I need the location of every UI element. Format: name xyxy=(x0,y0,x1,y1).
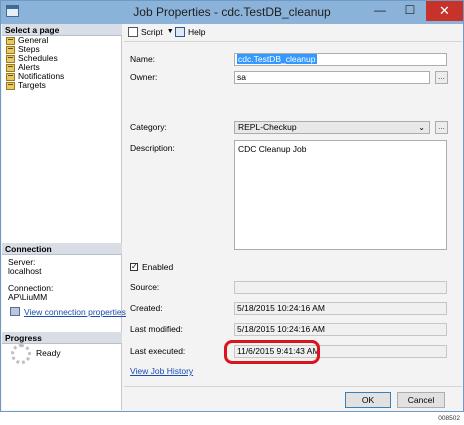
page-icon xyxy=(6,54,15,63)
owner-field[interactable]: sa xyxy=(234,71,430,84)
cancel-button[interactable]: Cancel xyxy=(397,392,445,408)
description-textarea[interactable]: CDC Cleanup Job xyxy=(234,140,447,250)
name-field[interactable]: cdc.TestDB_cleanup xyxy=(234,53,447,66)
close-button[interactable]: ✕ xyxy=(426,1,463,21)
maximize-button[interactable]: ☐ xyxy=(395,1,425,21)
page-icon xyxy=(6,72,15,81)
source-field xyxy=(234,281,447,294)
category-browse-button[interactable]: ... xyxy=(435,121,448,134)
view-connection-properties-link[interactable]: View connection properties xyxy=(24,308,126,317)
last-modified-field: 5/18/2015 10:24:16 AM xyxy=(234,323,447,336)
owner-label: Owner: xyxy=(130,72,158,82)
connection-value: AP\LiuMM xyxy=(8,292,48,302)
highlight-annotation xyxy=(224,340,320,364)
script-icon xyxy=(128,27,138,37)
ok-button[interactable]: OK xyxy=(345,392,391,408)
created-label: Created: xyxy=(130,303,163,313)
created-field: 5/18/2015 10:24:16 AM xyxy=(234,302,447,315)
chevron-down-icon: ▼ xyxy=(166,28,174,35)
page-icon xyxy=(6,45,15,54)
sidebar-item-label: Targets xyxy=(18,80,46,90)
enabled-label: Enabled xyxy=(142,262,174,272)
help-button[interactable]: Help xyxy=(175,26,205,38)
chevron-down-icon: ⌄ xyxy=(418,123,425,132)
last-executed-label: Last executed: xyxy=(130,346,186,356)
progress-spinner-icon xyxy=(11,344,31,364)
sidebar: Select a page General Steps Schedules Al… xyxy=(2,24,126,410)
last-modified-label: Last modified: xyxy=(130,324,183,334)
toolbar: Script ▼ Help xyxy=(124,24,462,42)
script-label: Script xyxy=(141,27,163,37)
help-icon xyxy=(175,27,185,37)
page-list: General Steps Schedules Alerts Notificat… xyxy=(6,36,64,90)
minimize-button[interactable]: — xyxy=(365,1,395,21)
owner-browse-button[interactable]: ... xyxy=(435,71,448,84)
connection-header: Connection xyxy=(2,243,122,255)
description-label: Description: xyxy=(130,143,175,153)
enabled-checkbox[interactable]: ✓ xyxy=(130,263,138,271)
connection-properties-icon xyxy=(10,307,20,316)
progress-status: Ready xyxy=(36,348,61,358)
sidebar-item-targets[interactable]: Targets xyxy=(6,81,64,90)
toolbar-divider xyxy=(124,41,462,42)
help-label: Help xyxy=(188,27,206,37)
progress-header: Progress xyxy=(2,332,122,344)
view-job-history-link[interactable]: View Job History xyxy=(130,366,193,377)
category-select[interactable]: REPL-Checkup ⌄ xyxy=(234,121,430,134)
server-value: localhost xyxy=(8,266,42,276)
name-label: Name: xyxy=(130,54,156,64)
footer-divider xyxy=(124,386,462,387)
page-icon xyxy=(6,36,15,45)
category-value: REPL-Checkup xyxy=(238,122,297,132)
script-button[interactable]: Script ▼ xyxy=(128,26,174,38)
page-icon xyxy=(6,63,15,72)
title-bar[interactable]: Job Properties - cdc.TestDB_cleanup — ☐ … xyxy=(1,1,463,24)
category-label: Category: xyxy=(130,122,167,132)
source-label: Source: xyxy=(130,282,160,292)
page-icon xyxy=(6,81,15,90)
name-value: cdc.TestDB_cleanup xyxy=(237,54,317,64)
figure-id: 008502 xyxy=(438,415,460,422)
